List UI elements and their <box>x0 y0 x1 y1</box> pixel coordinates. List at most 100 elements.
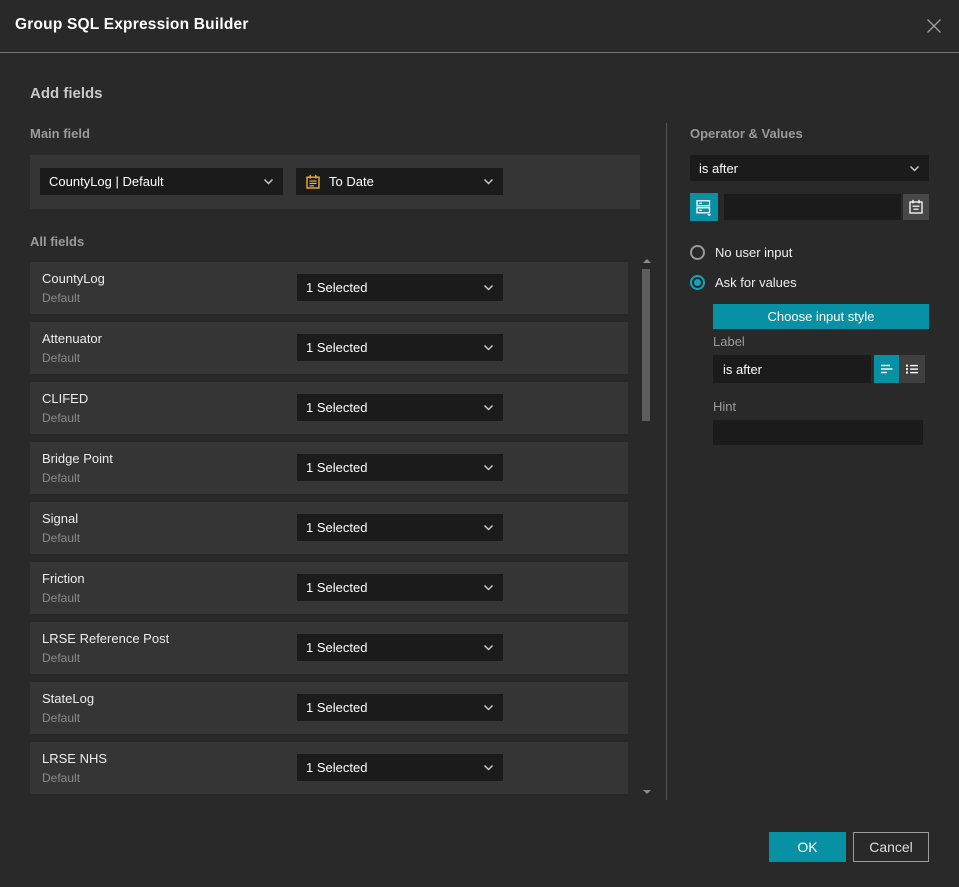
chevron-down-icon <box>263 178 274 185</box>
field-row: Signal Default 1 Selected <box>30 502 628 554</box>
field-selection-select[interactable]: 1 Selected <box>297 574 503 601</box>
field-selection-select[interactable]: 1 Selected <box>297 634 503 661</box>
calendar-icon <box>306 174 320 189</box>
field-name: LRSE NHS <box>42 751 108 766</box>
field-name: Attenuator <box>42 331 102 346</box>
radio-circle <box>690 245 705 260</box>
field-row: Friction Default 1 Selected <box>30 562 628 614</box>
field-selection-value: 1 Selected <box>306 520 368 535</box>
field-selection-value: 1 Selected <box>306 700 368 715</box>
field-selection-select[interactable]: 1 Selected <box>297 454 503 481</box>
all-fields-list: CountyLog Default 1 Selected Attenuator … <box>30 262 628 802</box>
single-input-style-button[interactable] <box>874 355 899 383</box>
chevron-down-icon <box>483 464 494 471</box>
chevron-down-icon <box>483 344 494 351</box>
choose-input-style-button[interactable]: Choose input style <box>713 304 929 329</box>
field-row: StateLog Default 1 Selected <box>30 682 628 734</box>
field-name: StateLog <box>42 691 95 706</box>
main-field-select[interactable]: CountyLog | Default <box>40 168 283 195</box>
main-field-date-value: To Date <box>329 174 374 189</box>
field-selection-value: 1 Selected <box>306 760 368 775</box>
field-subtitle: Default <box>42 351 81 365</box>
field-selection-value: 1 Selected <box>306 640 368 655</box>
main-field-date-select[interactable]: To Date <box>296 168 503 195</box>
field-selection-select[interactable]: 1 Selected <box>297 694 503 721</box>
operator-select[interactable]: is after <box>690 155 929 181</box>
field-row: CLIFED Default 1 Selected <box>30 382 628 434</box>
chevron-down-icon <box>483 584 494 591</box>
radio-label: Ask for values <box>715 275 797 290</box>
operator-values-label: Operator & Values <box>690 126 803 141</box>
title-bar: Group SQL Expression Builder <box>0 0 959 53</box>
radio-no-user-input[interactable]: No user input <box>690 245 792 260</box>
stored-values-button[interactable] <box>690 193 718 221</box>
field-row: CountyLog Default 1 Selected <box>30 262 628 314</box>
scrollbar-thumb[interactable] <box>642 269 650 421</box>
chevron-down-icon <box>483 404 494 411</box>
ok-button[interactable]: OK <box>769 832 846 862</box>
field-selection-select[interactable]: 1 Selected <box>297 334 503 361</box>
field-name: Signal <box>42 511 79 526</box>
field-name: CountyLog <box>42 271 105 286</box>
field-row: LRSE NHS Default 1 Selected <box>30 742 628 794</box>
field-selection-select[interactable]: 1 Selected <box>297 394 503 421</box>
operator-select-value: is after <box>699 160 739 176</box>
radio-label: No user input <box>715 245 793 260</box>
hint-input[interactable] <box>713 420 923 445</box>
stacked-values-icon <box>696 200 712 216</box>
field-row: LRSE Reference Post Default 1 Selected <box>30 622 628 674</box>
field-subtitle: Default <box>42 711 81 725</box>
field-subtitle: Default <box>42 471 81 485</box>
close-icon[interactable] <box>925 17 943 35</box>
main-field-panel: CountyLog | Default To Date <box>30 155 640 209</box>
radio-ask-for-values[interactable]: Ask for values <box>690 275 797 290</box>
chevron-down-icon <box>483 524 494 531</box>
field-name: Bridge Point <box>42 451 113 466</box>
main-field-label: Main field <box>30 126 90 141</box>
hint-caption: Hint <box>713 399 737 414</box>
field-subtitle: Default <box>42 291 81 305</box>
list-input-style-button[interactable] <box>899 355 925 383</box>
radio-circle-selected <box>690 275 705 290</box>
field-subtitle: Default <box>42 591 81 605</box>
chevron-down-icon <box>909 165 920 172</box>
label-caption: Label <box>713 334 745 349</box>
align-left-lines-icon <box>880 364 892 374</box>
vertical-divider <box>666 123 667 800</box>
dialog-title: Group SQL Expression Builder <box>15 16 249 33</box>
field-name: LRSE Reference Post <box>42 631 170 646</box>
field-subtitle: Default <box>42 771 81 785</box>
field-selection-value: 1 Selected <box>306 400 368 415</box>
label-input[interactable] <box>713 355 871 383</box>
field-selection-select[interactable]: 1 Selected <box>297 754 503 781</box>
field-subtitle: Default <box>42 531 81 545</box>
field-name: CLIFED <box>42 391 89 406</box>
field-selection-value: 1 Selected <box>306 580 368 595</box>
chevron-down-icon <box>483 178 494 185</box>
field-selection-value: 1 Selected <box>306 280 368 295</box>
chevron-down-icon <box>483 284 494 291</box>
field-selection-value: 1 Selected <box>306 460 368 475</box>
cancel-button[interactable]: Cancel <box>853 832 929 862</box>
field-selection-value: 1 Selected <box>306 340 368 355</box>
field-row: Bridge Point Default 1 Selected <box>30 442 628 494</box>
field-row: Attenuator Default 1 Selected <box>30 322 628 374</box>
all-fields-label: All fields <box>30 234 85 249</box>
field-subtitle: Default <box>42 651 81 665</box>
field-selection-select[interactable]: 1 Selected <box>297 514 503 541</box>
calendar-picker-button[interactable] <box>903 194 929 220</box>
field-selection-select[interactable]: 1 Selected <box>297 274 503 301</box>
date-value-input[interactable] <box>724 194 901 220</box>
field-subtitle: Default <box>42 411 81 425</box>
scrollbar-up-arrow[interactable] <box>643 259 651 263</box>
chevron-down-icon <box>483 704 494 711</box>
add-fields-heading: Add fields <box>30 85 103 102</box>
group-sql-expression-builder-dialog: Group SQL Expression Builder Add fields … <box>0 0 959 887</box>
scrollbar-down-arrow[interactable] <box>643 790 651 794</box>
chevron-down-icon <box>483 644 494 651</box>
main-field-select-value: CountyLog | Default <box>49 174 164 189</box>
field-name: Friction <box>42 571 85 586</box>
calendar-icon <box>909 199 923 214</box>
chevron-down-icon <box>483 764 494 771</box>
bulleted-list-icon <box>906 364 918 374</box>
